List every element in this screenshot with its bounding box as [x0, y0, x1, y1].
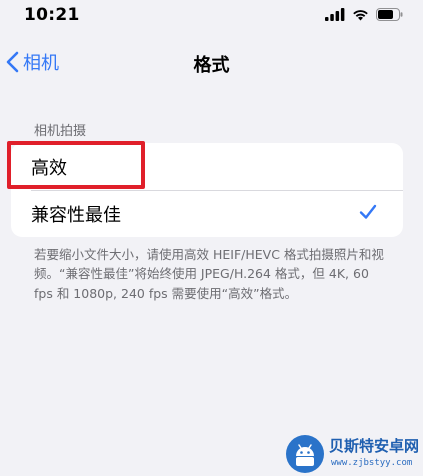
nav-bar: 相机 格式 — [0, 40, 423, 84]
checkmark-icon — [359, 204, 377, 219]
wifi-icon — [353, 10, 368, 21]
android-logo-icon — [286, 435, 324, 473]
watermark-title: 贝斯特安卓网 — [329, 437, 420, 455]
status-icons — [325, 8, 403, 21]
status-bar: 10:21 — [0, 0, 423, 36]
cellular-signal-icon — [325, 8, 345, 21]
page-title: 格式 — [193, 55, 230, 76]
watermark-url: www.zjbstyy.com — [331, 458, 413, 468]
watermark: 贝斯特安卓网 www.zjbstyy.com — [285, 432, 423, 476]
option-label: 兼容性最佳 — [31, 204, 121, 226]
option-most-compatible[interactable]: 兼容性最佳 — [11, 190, 403, 237]
status-time: 10:21 — [24, 5, 80, 25]
footer-note: 若要缩小文件大小，请使用高效 HEIF/HEVC 格式拍摄照片和视频。“兼容性最… — [34, 247, 384, 301]
battery-icon — [376, 8, 403, 21]
section-header: 相机拍摄 — [34, 124, 87, 139]
highlight-annotation-box — [7, 141, 145, 189]
